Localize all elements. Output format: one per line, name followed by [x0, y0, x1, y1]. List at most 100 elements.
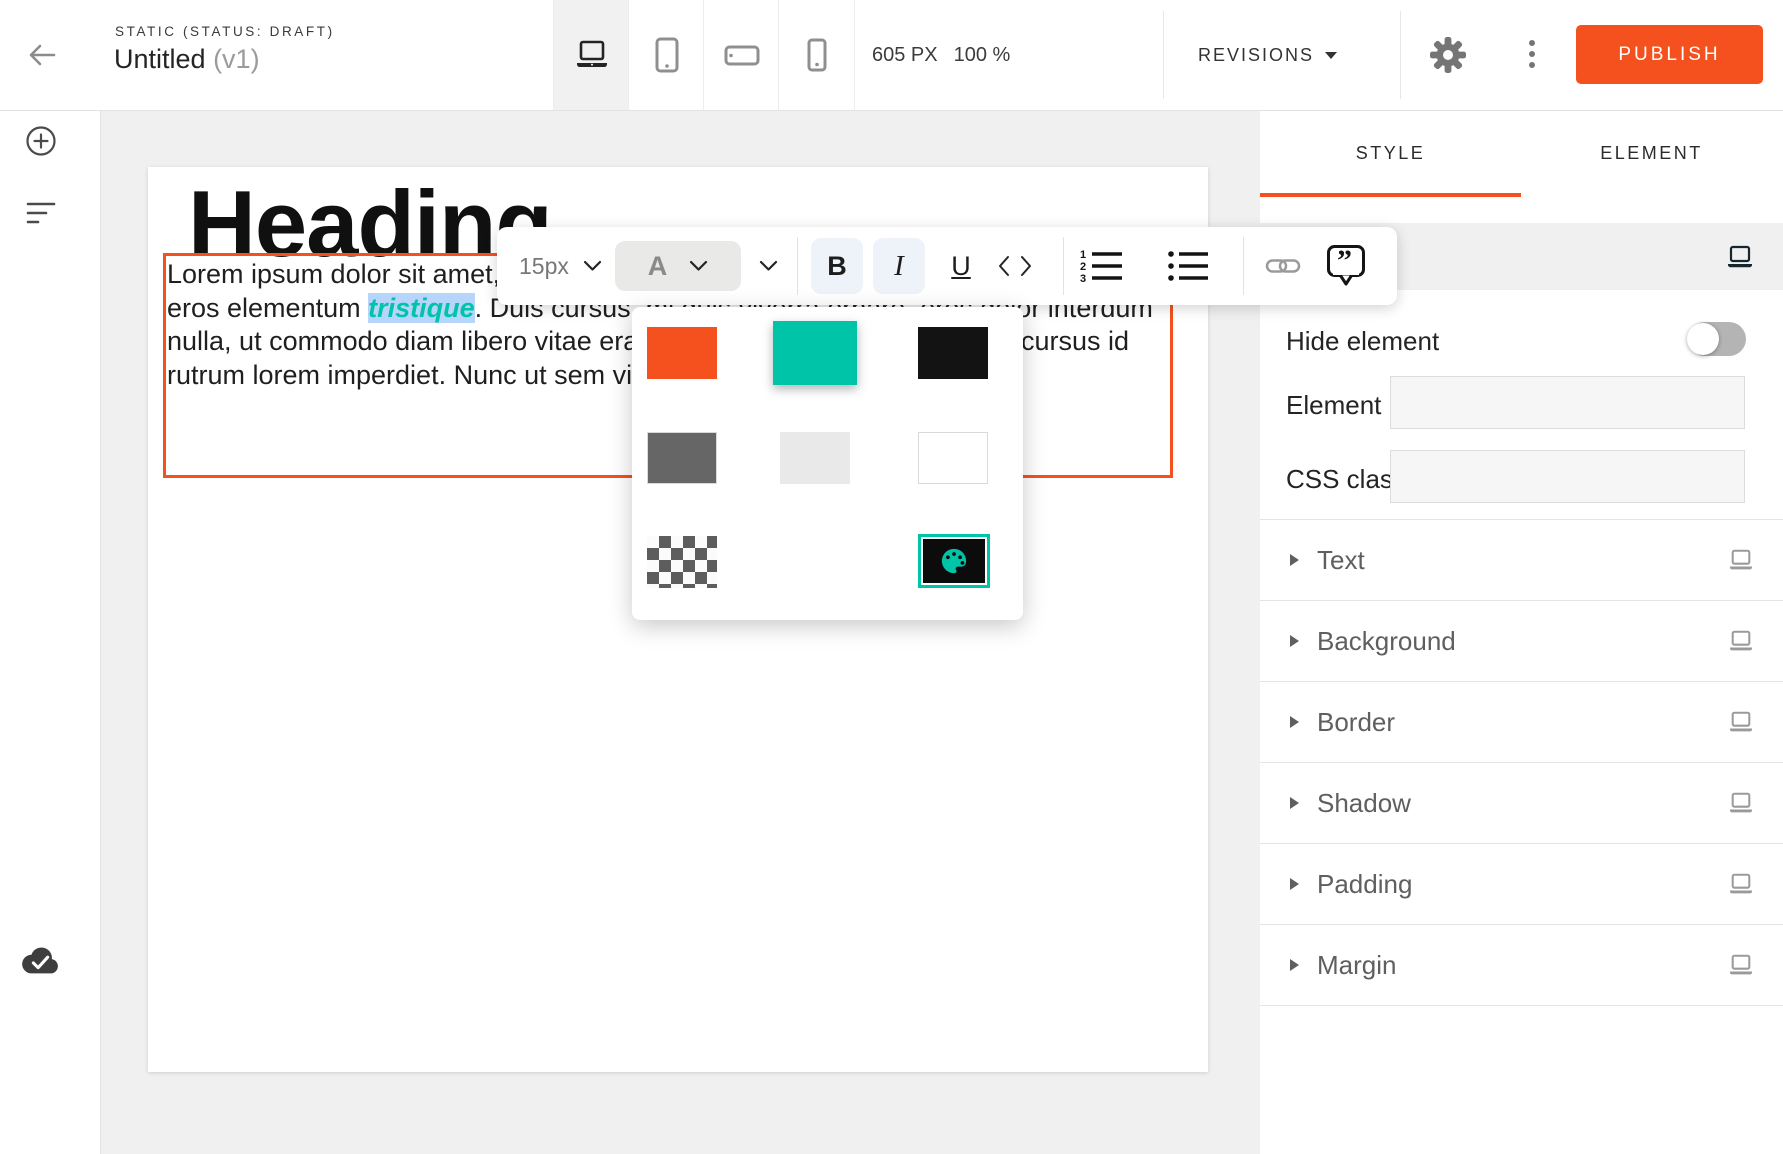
- document-title: Untitled (v1): [114, 44, 260, 75]
- tab-element[interactable]: ELEMENT: [1521, 110, 1782, 197]
- section-label: Padding: [1317, 869, 1727, 900]
- hide-element-toggle[interactable]: [1688, 322, 1746, 356]
- section-text[interactable]: Text: [1260, 520, 1783, 600]
- mobile-portrait-icon: [802, 36, 832, 74]
- page-builder-app: { "theme": { "accent": "#F4511E", "teal"…: [0, 0, 1783, 1154]
- document-status: STATIC (STATUS: DRAFT): [115, 24, 335, 39]
- color-swatch-custom-selected[interactable]: [918, 534, 990, 588]
- more-options-button[interactable]: [1526, 40, 1538, 68]
- text-color-dropdown[interactable]: A: [615, 241, 741, 291]
- font-size-dropdown[interactable]: 15px: [519, 227, 602, 305]
- revisions-dropdown[interactable]: REVISIONS: [1198, 0, 1337, 110]
- viewport-width-value: 605 PX: [872, 44, 938, 67]
- ordered-list-icon: 1 2 3: [1078, 246, 1124, 286]
- section-label: Background: [1317, 626, 1727, 657]
- revisions-label: REVISIONS: [1198, 45, 1314, 66]
- settings-button[interactable]: [1428, 35, 1468, 75]
- chevron-right-icon: [1290, 554, 1299, 566]
- font-size-value: 15px: [519, 253, 569, 280]
- ordered-list-button[interactable]: 1 2 3: [1078, 227, 1124, 305]
- left-sidebar: [0, 110, 101, 1154]
- laptop-breakpoint-icon[interactable]: [1727, 629, 1755, 653]
- device-preview-laptop[interactable]: [553, 0, 629, 110]
- svg-text:”: ”: [1337, 244, 1352, 277]
- unordered-list-button[interactable]: [1166, 227, 1210, 305]
- italic-button[interactable]: I: [873, 238, 925, 294]
- svg-text:1: 1: [1080, 249, 1086, 261]
- color-swatch-black[interactable]: [918, 327, 988, 379]
- back-arrow-icon: [24, 37, 60, 73]
- section-background[interactable]: Background: [1260, 601, 1783, 681]
- color-swatch-orange[interactable]: [647, 327, 717, 379]
- section-shadow[interactable]: Shadow: [1260, 763, 1783, 843]
- css-class-label: CSS class: [1286, 464, 1406, 495]
- zoom-level-value: 100 %: [954, 44, 1011, 67]
- link-button[interactable]: [1265, 227, 1301, 305]
- topbar-divider: [1163, 11, 1164, 99]
- caret-down-icon: [1325, 52, 1337, 59]
- panel-separator: [1260, 1005, 1783, 1006]
- svg-text:2: 2: [1080, 261, 1086, 273]
- italic-label: I: [894, 250, 904, 283]
- saved-status-indicator: [20, 945, 62, 977]
- quote-icon: ”: [1325, 243, 1367, 289]
- underline-button[interactable]: U: [935, 238, 987, 294]
- color-swatch-transparent[interactable]: [647, 536, 717, 588]
- element-id-input[interactable]: [1390, 376, 1745, 429]
- top-bar: STATIC (STATUS: DRAFT) Untitled (v1) 605…: [0, 0, 1783, 111]
- plus-circle-icon: [24, 124, 58, 158]
- kebab-dot: [1529, 62, 1535, 68]
- chevron-down-icon: [689, 260, 708, 272]
- text-color-popover: [632, 307, 1023, 620]
- chevron-right-icon: [1290, 797, 1299, 809]
- section-label: Shadow: [1317, 788, 1727, 819]
- more-format-dropdown[interactable]: [759, 227, 778, 305]
- viewport-size-readout: 605 PX 100 %: [872, 0, 1010, 110]
- device-preview-mobile-portrait[interactable]: [778, 0, 855, 110]
- outline-tree-button[interactable]: [26, 200, 56, 226]
- laptop-breakpoint-icon[interactable]: [1727, 953, 1755, 977]
- color-swatch-dark-gray[interactable]: [647, 432, 717, 484]
- tab-style[interactable]: STYLE: [1260, 110, 1521, 197]
- color-swatch-white[interactable]: [918, 432, 988, 484]
- add-element-button[interactable]: [24, 124, 58, 158]
- chevron-down-icon: [759, 260, 778, 272]
- topbar-divider: [1400, 11, 1401, 99]
- chevron-right-icon: [1290, 635, 1299, 647]
- tablet-icon: [650, 36, 684, 74]
- laptop-breakpoint-icon[interactable]: [1727, 872, 1755, 896]
- device-preview-mobile-landscape[interactable]: [703, 0, 779, 110]
- svg-text:3: 3: [1080, 273, 1086, 285]
- hide-element-label: Hide element: [1286, 326, 1439, 357]
- unordered-list-icon: [1166, 246, 1210, 286]
- document-version: (v1): [213, 44, 260, 74]
- link-icon: [1265, 254, 1301, 278]
- bold-button[interactable]: B: [811, 238, 863, 294]
- section-padding[interactable]: Padding: [1260, 844, 1783, 924]
- quote-button[interactable]: ”: [1325, 227, 1367, 305]
- laptop-breakpoint-icon[interactable]: [1725, 244, 1755, 270]
- css-class-input[interactable]: [1390, 450, 1745, 503]
- chevron-right-icon: [1290, 959, 1299, 971]
- device-preview-tablet[interactable]: [628, 0, 704, 110]
- color-swatch-light-gray[interactable]: [780, 432, 850, 484]
- mobile-landscape-icon: [723, 38, 761, 72]
- color-swatch-teal[interactable]: [773, 321, 857, 385]
- laptop-breakpoint-icon[interactable]: [1727, 791, 1755, 815]
- section-border[interactable]: Border: [1260, 682, 1783, 762]
- laptop-breakpoint-icon[interactable]: [1727, 710, 1755, 734]
- section-margin[interactable]: Margin: [1260, 925, 1783, 1005]
- chevron-right-icon: [1290, 878, 1299, 890]
- underline-label: U: [951, 251, 971, 282]
- bold-label: B: [827, 251, 847, 282]
- code-button[interactable]: [997, 227, 1033, 305]
- laptop-breakpoint-icon[interactable]: [1727, 548, 1755, 572]
- back-button[interactable]: [24, 37, 60, 73]
- toolbar-divider: [1243, 237, 1244, 295]
- text-format-toolbar: 15px A B I U 1 2 3: [497, 227, 1397, 305]
- laptop-icon: [573, 38, 611, 72]
- kebab-dot: [1529, 40, 1535, 46]
- document-title-text: Untitled: [114, 44, 206, 74]
- publish-button[interactable]: PUBLISH: [1576, 25, 1763, 84]
- palette-icon: [939, 547, 969, 575]
